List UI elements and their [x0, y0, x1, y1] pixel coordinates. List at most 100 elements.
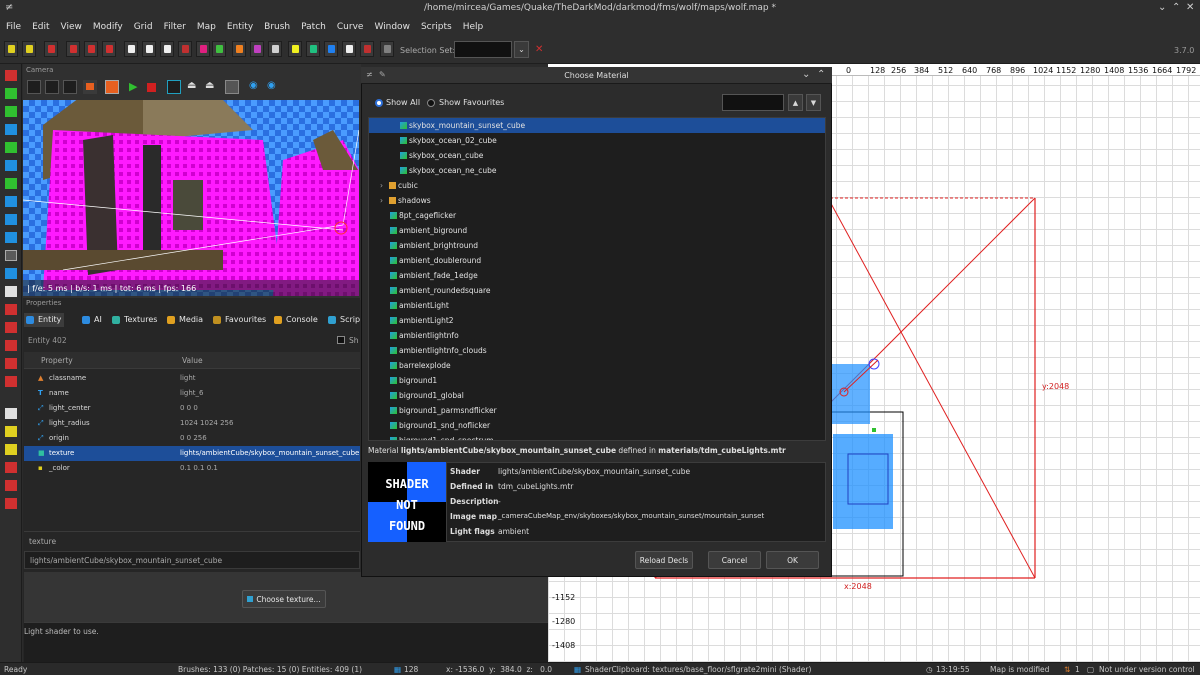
left-tool-21[interactable] [5, 444, 17, 455]
toolbar-button-12[interactable] [212, 41, 226, 57]
list-item[interactable]: ambient_roundedsquare [369, 283, 825, 298]
list-item[interactable]: ambientlightnfo_clouds [369, 343, 825, 358]
left-tool-8[interactable] [5, 196, 17, 207]
left-tool-12[interactable] [5, 268, 17, 279]
maximize-icon[interactable]: ⌃ [1172, 2, 1180, 13]
left-tool-11[interactable] [5, 250, 17, 261]
camera-tool-2[interactable] [45, 80, 59, 94]
eye-alt-icon[interactable]: ◉ [267, 80, 276, 91]
list-item[interactable]: biground1_snd_spectrum [369, 433, 825, 440]
toolbar-button-8[interactable] [142, 41, 156, 57]
table-row[interactable]: ⤢ light_center 0 0 0 [24, 401, 360, 416]
selected-key-field[interactable]: texture [24, 531, 360, 549]
left-tool-2[interactable] [5, 88, 17, 99]
menu-curve[interactable]: Curve [331, 18, 369, 32]
camera-tool-7[interactable]: ⏏ [187, 80, 196, 91]
tab-console[interactable]: Console [272, 313, 321, 327]
list-item[interactable]: › shadows [369, 193, 825, 208]
menu-view[interactable]: View [55, 18, 87, 32]
menu-modify[interactable]: Modify [87, 18, 128, 32]
cancel-button[interactable]: Cancel [708, 551, 761, 569]
list-item[interactable]: ambientlightnfo [369, 328, 825, 343]
list-item[interactable]: biground1_global [369, 388, 825, 403]
table-row[interactable]: ⤢ light_radius 1024 1024 256 [24, 416, 360, 431]
expand-icon[interactable]: › [380, 181, 383, 190]
left-tool-23[interactable] [5, 480, 17, 491]
camera-tool-9[interactable] [225, 80, 239, 94]
left-tool-16[interactable] [5, 340, 17, 351]
toolbar-button-7[interactable] [124, 41, 138, 57]
camera-viewport[interactable]: | f/e: 5 ms | b/s: 1 ms | tot: 6 ms | fp… [23, 100, 359, 296]
list-item[interactable]: ambientLight [369, 298, 825, 313]
left-tool-15[interactable] [5, 322, 17, 333]
menu-filter[interactable]: Filter [158, 18, 191, 32]
choose-texture-button[interactable]: Choose texture... [242, 590, 326, 608]
camera-tool-4[interactable] [83, 80, 97, 94]
left-tool-3[interactable] [5, 106, 17, 117]
toolbar-button-1[interactable] [4, 41, 18, 57]
list-item[interactable]: ambient_doubleround [369, 253, 825, 268]
list-item[interactable]: skybox_ocean_cube [369, 148, 825, 163]
camera-tool-3[interactable] [63, 80, 77, 94]
camera-tool-5[interactable] [105, 80, 119, 94]
toolbar-button-9[interactable] [160, 41, 174, 57]
stop-icon[interactable] [147, 83, 156, 92]
list-item[interactable]: › cubic [369, 178, 825, 193]
material-tree[interactable]: skybox_mountain_sunset_cube skybox_ocean… [368, 117, 826, 441]
show-checkbox[interactable] [337, 336, 345, 344]
menu-edit[interactable]: Edit [26, 18, 54, 32]
table-row[interactable]: ⤢ origin 0 0 256 [24, 431, 360, 446]
play-icon[interactable]: ▶ [129, 80, 137, 93]
toolbar-button-6[interactable] [102, 41, 116, 57]
left-tool-1[interactable] [5, 70, 17, 81]
toolbar-button-2[interactable] [22, 41, 36, 57]
toolbar-button-19[interactable] [342, 41, 356, 57]
list-item[interactable]: ambient_biground [369, 223, 825, 238]
left-tool-6[interactable] [5, 160, 17, 171]
minimize-icon[interactable]: ⌄ [1158, 2, 1166, 13]
table-row-selected[interactable]: ■ texture lights/ambientCube/skybox_mounta… [24, 446, 360, 461]
toolbar-button-16[interactable] [288, 41, 302, 57]
material-search-input[interactable] [722, 94, 784, 111]
show-favourites-radio[interactable] [427, 99, 435, 107]
left-tool-22[interactable] [5, 462, 17, 473]
toolbar-button-13[interactable] [232, 41, 246, 57]
list-item[interactable]: biground1_parmsndflicker [369, 403, 825, 418]
menu-window[interactable]: Window [368, 18, 415, 32]
menu-map[interactable]: Map [191, 18, 221, 32]
toolbar-button-11[interactable] [196, 41, 210, 57]
list-item[interactable]: biground1_snd_noflicker [369, 418, 825, 433]
toolbar-button-18[interactable] [324, 41, 338, 57]
reload-decls-button[interactable]: Reload Decls [635, 551, 693, 569]
toolbar-button-14[interactable] [250, 41, 264, 57]
left-tool-17[interactable] [5, 358, 17, 369]
tab-entity[interactable]: Entity [24, 313, 65, 327]
dialog-minimize-icon[interactable]: ⌄ [802, 69, 810, 80]
left-tool-7[interactable] [5, 178, 17, 189]
left-tool-14[interactable] [5, 304, 17, 315]
toolbar-button-15[interactable] [268, 41, 282, 57]
clear-selection-set-icon[interactable]: ✕ [535, 44, 543, 55]
tab-favourites[interactable]: Favourites [211, 313, 269, 327]
selection-set-input[interactable] [454, 41, 512, 58]
tab-script[interactable]: Script [326, 313, 360, 327]
ok-button[interactable]: OK [766, 551, 819, 569]
tab-media[interactable]: Media [165, 313, 206, 327]
toolbar-button-4[interactable] [66, 41, 80, 57]
menu-brush[interactable]: Brush [258, 18, 295, 32]
toolbar-button-5[interactable] [84, 41, 98, 57]
toolbar-button-17[interactable] [306, 41, 320, 57]
list-item[interactable]: ambient_brightround [369, 238, 825, 253]
expand-icon[interactable]: › [380, 196, 383, 205]
list-item[interactable]: skybox_mountain_sunset_cube [369, 118, 825, 133]
list-item[interactable]: barrelexplode [369, 358, 825, 373]
toolbar-button-10[interactable] [178, 41, 192, 57]
toolbar-button-3[interactable] [44, 41, 58, 57]
menu-file[interactable]: File [0, 18, 26, 32]
list-item[interactable]: 8pt_cageflicker [369, 208, 825, 223]
left-tool-10[interactable] [5, 232, 17, 243]
menu-entity[interactable]: Entity [221, 18, 258, 32]
menu-grid[interactable]: Grid [128, 18, 158, 32]
tab-ai[interactable]: AI [80, 313, 105, 327]
camera-tool-6[interactable] [167, 80, 181, 94]
